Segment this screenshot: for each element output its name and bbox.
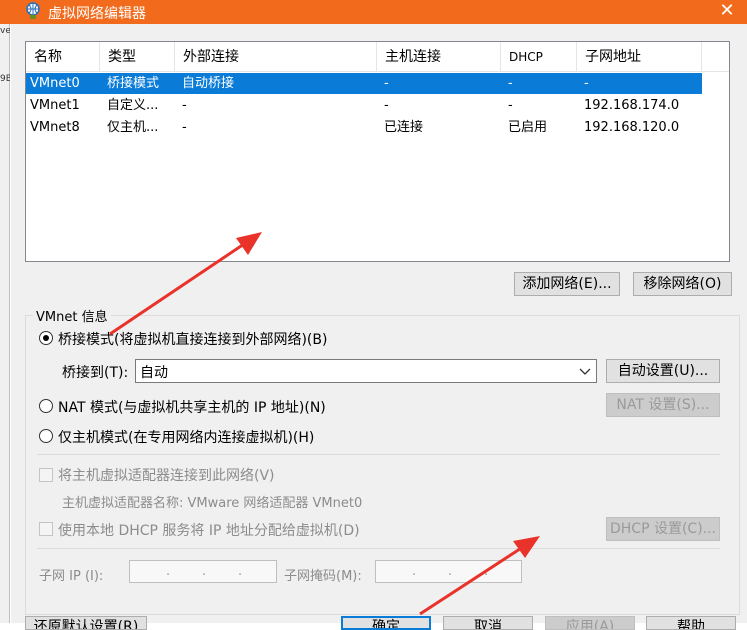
separator bbox=[37, 454, 720, 455]
background-window-strip: ve 9B bbox=[0, 24, 10, 623]
bridged-mode-label[interactable]: 桥接模式(将虚拟机直接连接到外部网络)(B) bbox=[58, 329, 327, 349]
cell-host: - bbox=[384, 76, 389, 91]
column-header-dhcp[interactable]: DHCP bbox=[501, 42, 577, 72]
column-header-name[interactable]: 名称 bbox=[26, 42, 100, 72]
cell-external: - bbox=[182, 98, 187, 113]
host-only-mode-label[interactable]: 仅主机模式(在专用网络内连接虚拟机)(H) bbox=[58, 427, 314, 447]
connect-adapter-checkbox[interactable] bbox=[39, 468, 53, 482]
remove-network-button[interactable]: 移除网络(O) bbox=[633, 272, 732, 296]
cell-host: - bbox=[384, 98, 389, 113]
column-header-host[interactable]: 主机连接 bbox=[377, 42, 501, 72]
ip-dot: . bbox=[166, 564, 171, 579]
apply-button[interactable]: 应用(A) bbox=[545, 616, 635, 630]
use-dhcp-label[interactable]: 使用本地 DHCP 服务将 IP 地址分配给虚拟机(D) bbox=[58, 520, 360, 540]
bridge-to-label: 桥接到(T): bbox=[62, 365, 129, 381]
connect-adapter-label[interactable]: 将主机虚拟适配器连接到此网络(V) bbox=[58, 465, 275, 485]
bridge-to-value: 自动 bbox=[140, 365, 168, 381]
ip-dot: . bbox=[448, 564, 453, 579]
cell-name: VMnet8 bbox=[30, 120, 80, 135]
bridged-mode-radio[interactable] bbox=[39, 331, 53, 345]
background-text-fragment: 9B bbox=[0, 74, 10, 84]
cell-name: VMnet1 bbox=[30, 98, 80, 113]
dialog-client-area: 名称 类型 外部连接 主机连接 DHCP 子网地址 VMnet0 桥接模式 自动… bbox=[11, 24, 747, 630]
table-row[interactable]: VMnet0 桥接模式 自动桥接 - - - bbox=[26, 73, 702, 94]
ip-dot: . bbox=[202, 564, 207, 579]
nat-mode-label[interactable]: NAT 模式(与虚拟机共享主机的 IP 地址)(N) bbox=[58, 397, 326, 417]
column-header-type[interactable]: 类型 bbox=[100, 42, 175, 72]
column-header-subnet[interactable]: 子网地址 bbox=[577, 42, 702, 72]
network-list[interactable]: 名称 类型 外部连接 主机连接 DHCP 子网地址 VMnet0 桥接模式 自动… bbox=[25, 41, 730, 262]
cell-subnet: 192.168.174.0 bbox=[584, 98, 680, 113]
cell-dhcp: 已启用 bbox=[508, 120, 548, 135]
bridge-to-select[interactable]: 自动 bbox=[135, 359, 597, 383]
table-row[interactable]: VMnet1 自定义... - - - 192.168.174.0 bbox=[26, 95, 702, 116]
cell-dhcp: - bbox=[508, 98, 513, 113]
vmnet-info-group-label: VMnet 信息 bbox=[33, 306, 111, 325]
title-bar: 虚拟网络编辑器 ✕ bbox=[0, 0, 747, 24]
network-globe-icon bbox=[26, 2, 40, 19]
background-text-fragment: ve bbox=[0, 26, 10, 36]
restore-defaults-button[interactable]: 还原默认设置(R) bbox=[25, 616, 147, 630]
nat-settings-button[interactable]: NAT 设置(S)... bbox=[606, 393, 720, 417]
host-only-mode-radio[interactable] bbox=[39, 429, 53, 443]
dhcp-settings-button[interactable]: DHCP 设置(C)... bbox=[606, 517, 720, 541]
cell-subnet: - bbox=[584, 76, 589, 91]
ip-dot: . bbox=[238, 564, 243, 579]
close-icon[interactable]: ✕ bbox=[715, 0, 739, 24]
nat-mode-radio[interactable] bbox=[39, 399, 53, 413]
cell-type: 桥接模式 bbox=[107, 76, 160, 91]
adapter-name-label: 主机虚拟适配器名称: VMware 网络适配器 VMnet0 bbox=[62, 496, 363, 511]
subnet-mask-input[interactable]: . . . bbox=[375, 560, 522, 583]
cell-subnet: 192.168.120.0 bbox=[584, 120, 680, 135]
cell-type: 仅主机... bbox=[107, 120, 159, 135]
cell-external: - bbox=[182, 120, 187, 135]
add-network-button[interactable]: 添加网络(E)... bbox=[514, 272, 620, 296]
subnet-ip-label: 子网 IP (I): bbox=[39, 569, 104, 584]
cell-dhcp: - bbox=[508, 76, 513, 91]
chevron-down-icon bbox=[579, 368, 591, 375]
subnet-mask-label: 子网掩码(M): bbox=[284, 569, 362, 584]
separator bbox=[37, 548, 720, 549]
help-button[interactable]: 帮助 bbox=[646, 616, 736, 630]
ip-dot: . bbox=[412, 564, 417, 579]
use-dhcp-checkbox[interactable] bbox=[39, 522, 53, 536]
table-row[interactable]: VMnet8 仅主机... - 已连接 已启用 192.168.120.0 bbox=[26, 117, 702, 138]
ip-dot: . bbox=[484, 564, 489, 579]
window-title: 虚拟网络编辑器 bbox=[48, 6, 146, 22]
cancel-button[interactable]: 取消 bbox=[443, 616, 533, 630]
auto-settings-button[interactable]: 自动设置(U)... bbox=[606, 359, 720, 383]
cell-external: 自动桥接 bbox=[182, 76, 235, 91]
cell-name: VMnet0 bbox=[30, 76, 80, 91]
cell-host: 已连接 bbox=[384, 120, 424, 135]
cell-type: 自定义... bbox=[107, 98, 159, 113]
subnet-ip-input[interactable]: . . . bbox=[129, 560, 277, 583]
column-header-external[interactable]: 外部连接 bbox=[175, 42, 377, 72]
ok-button[interactable]: 确定 bbox=[341, 616, 431, 630]
list-header: 名称 类型 外部连接 主机连接 DHCP 子网地址 bbox=[26, 42, 729, 72]
